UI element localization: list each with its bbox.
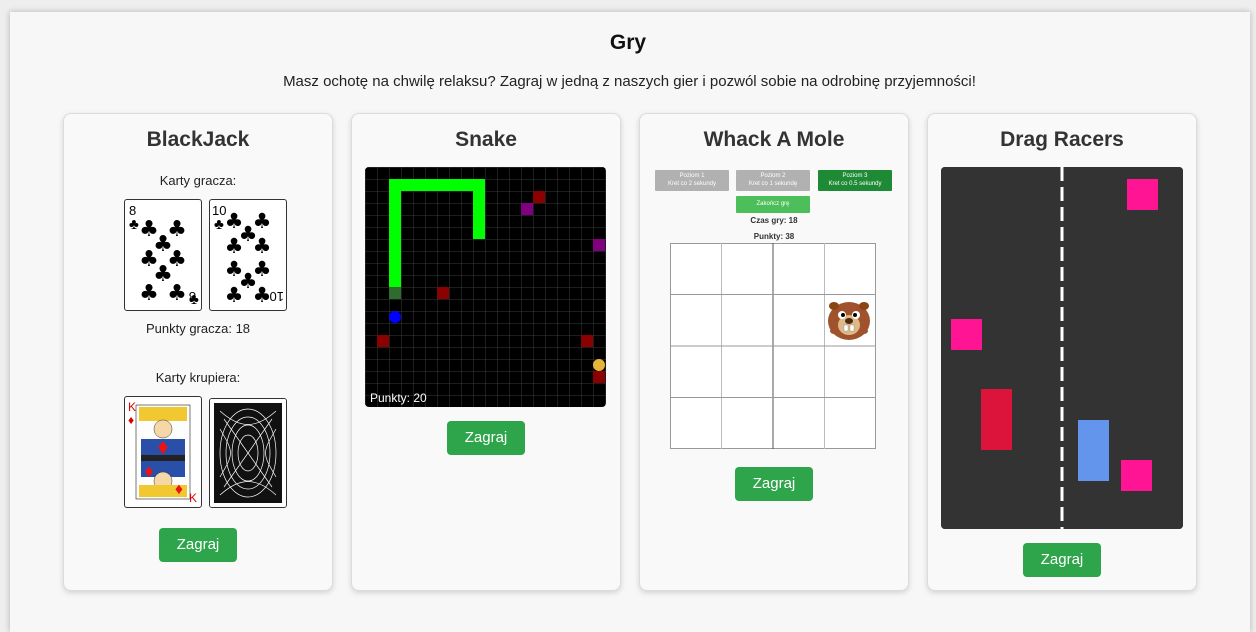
level-2-button[interactable]: Poziom 2 Kret co 1 sekundę <box>736 170 810 191</box>
racers-card: Drag Racers Zagraj <box>927 113 1197 591</box>
mole-grid[interactable] <box>670 243 876 449</box>
svg-text:♣: ♣ <box>129 216 139 233</box>
obstacle-car <box>1121 460 1152 491</box>
svg-text:♣: ♣ <box>253 234 272 258</box>
snake-score: Punkty: 20 <box>370 391 427 405</box>
mole-icon <box>828 302 870 340</box>
svg-text:10: 10 <box>270 289 284 304</box>
svg-text:♦: ♦ <box>144 461 153 481</box>
svg-text:♣: ♣ <box>214 216 224 233</box>
racers-track[interactable] <box>941 167 1183 529</box>
level-1-button[interactable]: Poziom 1 Kret co 2 sekundy <box>655 170 729 191</box>
dealer-card-hidden <box>209 398 287 508</box>
obstacle-car <box>951 319 982 350</box>
dealer-card-king-diamonds: K ♦ ♦ ♦ ♦ K <box>124 396 202 508</box>
racers-title: Drag Racers <box>1000 128 1124 151</box>
level-3-button[interactable]: Poziom 3 Kret co 0.5 sekundy <box>818 170 892 191</box>
blackjack-title: BlackJack <box>146 128 250 151</box>
svg-text:♣: ♣ <box>225 283 244 307</box>
player-cards-label: Karty gracza: <box>159 173 237 188</box>
svg-text:♣: ♣ <box>253 283 272 307</box>
mole-time: Czas gry: 18 <box>750 216 798 225</box>
svg-text:♦: ♦ <box>175 481 183 498</box>
snake-card: Snake Punkty: 20 Zagraj <box>351 113 621 591</box>
svg-text:♣: ♣ <box>139 281 159 306</box>
snake-body <box>389 179 485 191</box>
snake-board[interactable]: Punkty: 20 <box>365 167 606 407</box>
mole-card: Whack A Mole Poziom 1 Kret co 2 sekundy P… <box>639 113 909 591</box>
obstacle-car <box>1127 179 1158 210</box>
page-subtitle: Masz ochotę na chwilę relaksu? Zagraj w … <box>283 73 976 90</box>
blackjack-play-button[interactable]: Zagraj <box>159 528 237 562</box>
svg-text:K: K <box>128 400 136 414</box>
player-card-10-clubs: 10 ♣ ♣ ♣ ♣ ♣ ♣ ♣ ♣ ♣ ♣ ♣ 10 <box>209 199 287 311</box>
svg-text:♣: ♣ <box>225 234 244 258</box>
mole-title: Whack A Mole <box>703 128 845 151</box>
racers-play-button[interactable]: Zagraj <box>1023 543 1101 577</box>
player-card-8-clubs: 8 ♣ ♣ ♣ ♣ ♣ ♣ ♣ ♣ ♣ ♣ 8 <box>124 199 202 311</box>
end-game-button[interactable]: Zakończ grę <box>736 196 810 213</box>
dealer-cards-label: Karty krupiera: <box>155 370 241 385</box>
player-car-red <box>981 389 1012 450</box>
mole-play-button[interactable]: Zagraj <box>735 467 813 501</box>
snake-play-button[interactable]: Zagraj <box>447 421 525 455</box>
page-title: Gry <box>609 31 647 54</box>
snake-tail <box>389 287 401 299</box>
mole-points: Punkty: 38 <box>753 232 795 241</box>
svg-text:♣: ♣ <box>167 281 187 306</box>
snake-head <box>389 311 401 323</box>
svg-text:♦: ♦ <box>128 413 134 427</box>
snake-title: Snake <box>455 128 517 151</box>
player-points: Punkty gracza: 18 <box>145 321 251 336</box>
blackjack-card: BlackJack Karty gracza: 8 ♣ ♣ ♣ ♣ ♣ ♣ ♣ ♣ ♣… <box>63 113 333 591</box>
player-car-blue <box>1078 420 1109 481</box>
svg-text:8: 8 <box>189 289 196 304</box>
svg-text:K: K <box>189 491 197 505</box>
